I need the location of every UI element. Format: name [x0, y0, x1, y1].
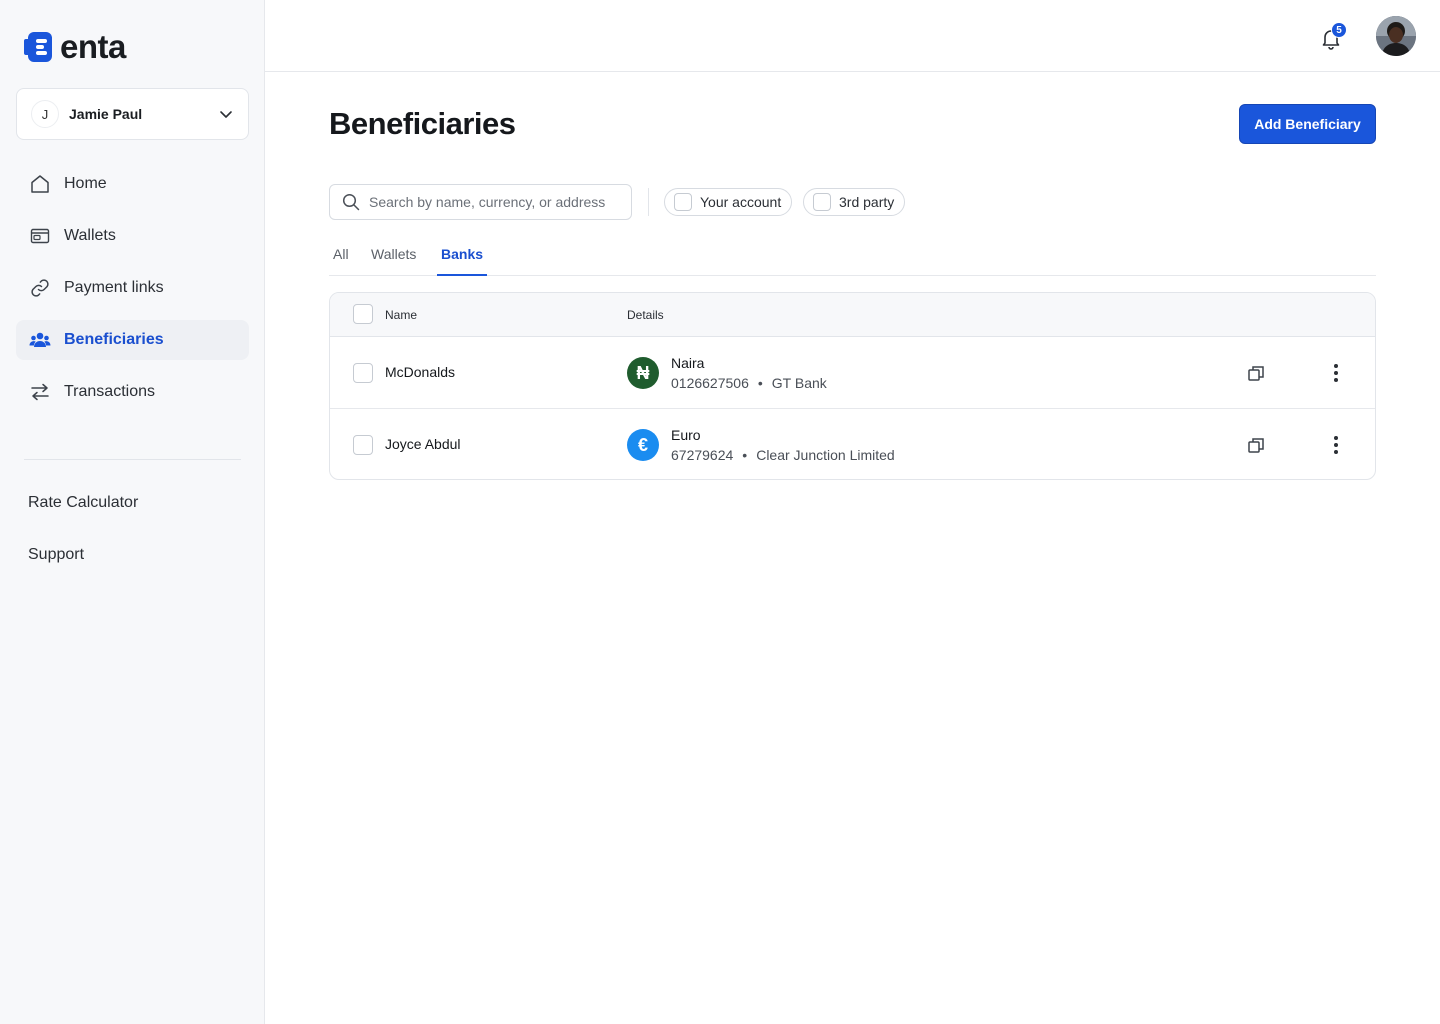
tab-wallets[interactable]: Wallets	[371, 246, 416, 276]
user-photo-icon	[1376, 16, 1416, 56]
bank-name: Clear Junction Limited	[756, 447, 895, 463]
select-all-checkbox[interactable]	[353, 304, 373, 324]
beneficiary-name: McDonalds	[385, 364, 456, 380]
nav-item-wallets[interactable]: Wallets	[16, 216, 249, 256]
filter-divider	[648, 188, 649, 216]
search-icon	[342, 193, 360, 211]
tab-all[interactable]: All	[333, 246, 349, 276]
search-box[interactable]	[329, 184, 632, 220]
nav-item-home[interactable]: Home	[16, 164, 249, 204]
user-avatar[interactable]	[1376, 16, 1416, 56]
link-icon	[28, 276, 52, 300]
filter-label: 3rd party	[839, 194, 895, 210]
search-input[interactable]	[369, 194, 619, 210]
filter-third-party[interactable]: 3rd party	[803, 188, 906, 216]
account-name: Jamie Paul	[69, 106, 143, 122]
brand-logo[interactable]: enta	[24, 30, 126, 64]
copy-icon[interactable]	[1246, 363, 1266, 383]
more-options-icon[interactable]	[1326, 363, 1346, 383]
filter-your-account[interactable]: Your account	[664, 188, 793, 216]
beneficiary-name: Joyce Abdul	[385, 436, 461, 452]
add-beneficiary-button[interactable]: Add Beneficiary	[1239, 104, 1376, 144]
nav-item-beneficiaries[interactable]: Beneficiaries	[16, 320, 249, 360]
beneficiary-tabs: All Wallets Banks	[329, 240, 1376, 276]
bank-name: GT Bank	[771, 375, 827, 391]
nav-label: Beneficiaries	[64, 331, 164, 348]
wallet-icon	[28, 224, 52, 248]
account-avatar: J	[31, 100, 59, 128]
rate-calculator-link[interactable]: Rate Calculator	[28, 494, 138, 512]
tab-banks[interactable]: Banks	[437, 246, 488, 276]
account-number: 67279624	[671, 447, 734, 463]
sidebar-divider	[24, 459, 241, 460]
separator-dot: •	[742, 447, 748, 463]
account-switcher[interactable]: J Jamie Paul	[16, 88, 249, 140]
table-row[interactable]: McDonalds ₦ Naira 0126627506 • GT Bank	[330, 337, 1375, 409]
checkbox[interactable]	[674, 193, 692, 211]
nav-label: Wallets	[64, 227, 116, 244]
nav-item-transactions[interactable]: Transactions	[16, 372, 249, 412]
nav-label: Payment links	[64, 279, 164, 296]
currency-name: Euro	[671, 427, 701, 443]
brand-name: enta	[60, 28, 126, 65]
nav-label: Home	[64, 175, 107, 192]
checkbox[interactable]	[813, 193, 831, 211]
home-icon	[28, 172, 52, 196]
main-nav: Home Wallets Payment links Beneficiaries…	[16, 164, 249, 424]
more-options-icon[interactable]	[1326, 435, 1346, 455]
account-details: 67279624 • Clear Junction Limited	[671, 447, 895, 463]
row-checkbox[interactable]	[353, 363, 373, 383]
users-icon	[28, 328, 52, 352]
table-header: Name Details	[330, 293, 1375, 337]
page-title: Beneficiaries	[329, 106, 516, 141]
separator-dot: •	[757, 375, 763, 391]
enta-logo-icon	[24, 32, 52, 62]
copy-icon[interactable]	[1246, 435, 1266, 455]
column-details: Details	[627, 308, 664, 322]
euro-icon: €	[627, 429, 659, 461]
naira-icon: ₦	[627, 357, 659, 389]
nav-label: Transactions	[64, 383, 155, 400]
account-number: 0126627506	[671, 375, 749, 391]
transfer-icon	[28, 380, 52, 404]
filter-label: Your account	[700, 194, 782, 210]
row-checkbox[interactable]	[353, 435, 373, 455]
table-row[interactable]: Joyce Abdul € Euro 67279624 • Clear Juncti…	[330, 409, 1375, 479]
account-details: 0126627506 • GT Bank	[671, 375, 827, 391]
column-name: Name	[385, 308, 418, 322]
beneficiaries-table: Name Details McDonalds ₦ Naira 012662750…	[329, 292, 1376, 480]
support-link[interactable]: Support	[28, 546, 84, 564]
sidebar: enta J Jamie Paul Home Wallets Payment l…	[0, 0, 265, 1024]
currency-name: Naira	[671, 355, 705, 371]
notification-badge: 5	[1331, 22, 1347, 38]
chevron-down-icon	[220, 111, 232, 118]
nav-item-payment-links[interactable]: Payment links	[16, 268, 249, 308]
topbar: 5	[265, 0, 1440, 72]
